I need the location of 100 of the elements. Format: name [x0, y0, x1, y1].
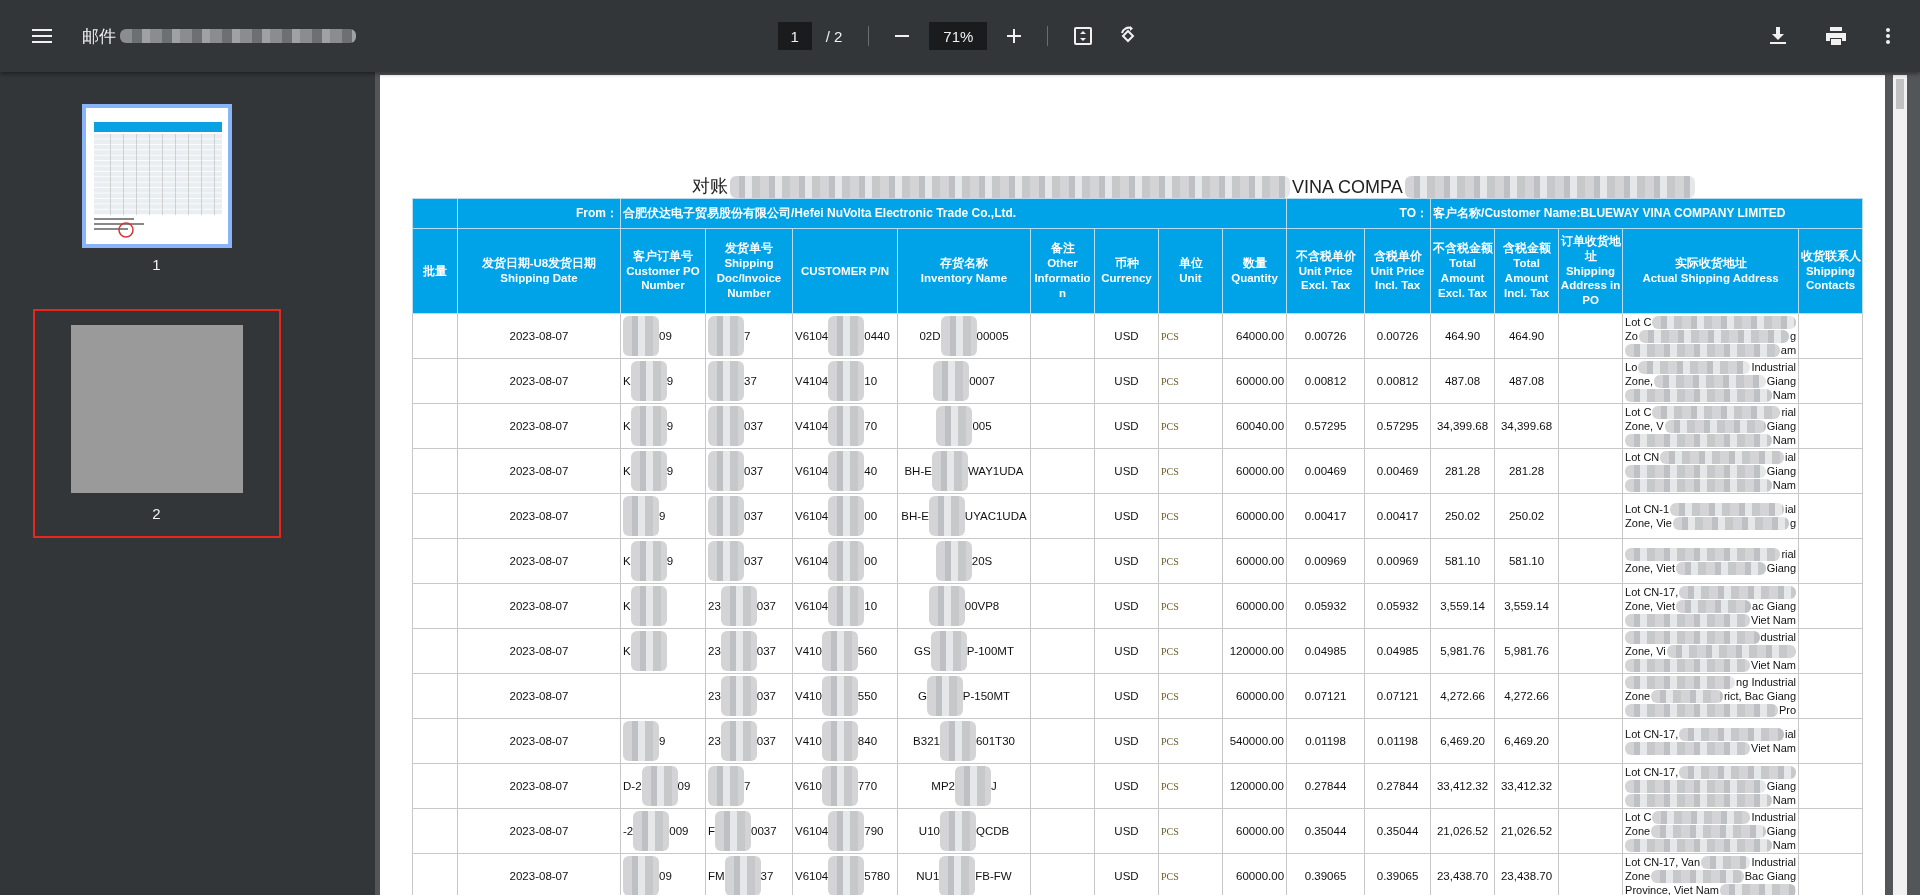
cell-text: Lot CN	[1625, 450, 1660, 464]
table-cell: USD	[1094, 808, 1159, 854]
redaction-block	[633, 811, 670, 851]
scrollbar[interactable]	[1893, 75, 1907, 895]
table-cell: 60000.00	[1222, 673, 1287, 719]
cell-text: 9	[666, 375, 674, 387]
cell-text: Viet Nam	[1751, 613, 1797, 627]
page-count: / 2	[825, 27, 843, 45]
table-cell: 21,026.52	[1430, 808, 1495, 854]
cell-text: J	[990, 780, 997, 792]
redaction-block	[954, 766, 991, 806]
redaction-block	[828, 811, 865, 851]
cell-text: 9	[659, 735, 666, 747]
cell-text: 37	[760, 870, 774, 882]
table-cell: 0.35044	[1364, 808, 1431, 854]
cell-text: 550	[857, 690, 878, 702]
cell-text: Lot CN-17, Van	[1625, 855, 1701, 869]
cell-text: 037	[756, 645, 776, 657]
cell-text: V410	[795, 735, 822, 747]
column-header: 含税金额 Total Amount Incl. Tax	[1494, 228, 1559, 314]
cell-text: V6104	[795, 330, 829, 342]
redaction-block	[828, 451, 865, 491]
redaction-block	[926, 676, 963, 716]
redaction-block	[928, 586, 965, 626]
table-cell: 60000.00	[1222, 448, 1287, 494]
cell-text: G	[917, 690, 927, 702]
cell-text: 10	[864, 600, 878, 612]
table-cell: 34,399.68	[1494, 403, 1559, 449]
cell-text: Giang	[1766, 779, 1797, 793]
table-cell: 34,399.68	[1430, 403, 1495, 449]
cell-text: UYAC1UDA	[964, 510, 1027, 522]
table-cell: 2023-08-07	[457, 718, 621, 764]
redaction-block	[724, 856, 761, 895]
table-cell: 0.57295	[1286, 403, 1365, 449]
table-cell: PCS	[1158, 493, 1223, 539]
cell-text: Lot C	[1625, 810, 1652, 824]
cell-text: 0440	[864, 330, 890, 342]
cell-text: K	[623, 375, 631, 387]
zoom-field[interactable]: 71%	[929, 22, 988, 50]
redaction-block	[720, 586, 757, 626]
cell-text: Nam	[1772, 793, 1797, 807]
table-cell: USD	[1094, 718, 1159, 764]
redaction-block	[933, 361, 970, 401]
cell-text: am	[1780, 343, 1797, 357]
cell-text: ng Industrial	[1736, 675, 1797, 689]
page-number-field[interactable]: 1	[777, 22, 812, 50]
redaction-block	[623, 721, 659, 761]
table-cell: 0.00812	[1286, 358, 1365, 404]
column-header: 不含税金额 Total Amount Excl. Tax	[1430, 228, 1495, 314]
table-cell: 0.07121	[1286, 673, 1365, 719]
cell-text: Viet Nam	[1751, 741, 1797, 755]
table-cell: 21,026.52	[1494, 808, 1559, 854]
redaction-block	[821, 766, 858, 806]
redaction-block	[935, 541, 972, 581]
table-cell: 0.00969	[1286, 538, 1365, 584]
header-cell: From：	[457, 198, 621, 229]
column-header: 不含税单价 Unit Price Excl. Tax	[1286, 228, 1365, 314]
redaction-block	[708, 406, 744, 446]
cell-text: 23	[708, 600, 721, 612]
table-cell: 2023-08-07	[457, 673, 621, 719]
cell-text: 037	[744, 420, 764, 432]
table-cell: USD	[1094, 358, 1159, 404]
redaction-block	[623, 496, 659, 536]
cell-text: V6104	[795, 825, 829, 837]
redaction-block	[630, 451, 667, 491]
cell-text: 037	[744, 510, 764, 522]
cell-text: Lot C	[1625, 315, 1652, 329]
cell-text: -2	[623, 825, 634, 837]
table-cell: 4,272.66	[1494, 673, 1559, 719]
cell-text: Zone	[1625, 869, 1651, 883]
table-cell: 120000.00	[1222, 628, 1287, 674]
cell-text: Giang	[1766, 419, 1797, 433]
cell-text: Pro	[1778, 703, 1797, 717]
cell-text: P-100MT	[966, 645, 1014, 657]
cell-text: Lot CN-17,	[1625, 585, 1679, 599]
cell-text: Giang	[1766, 464, 1797, 478]
cell-text: Viet Nam	[1751, 658, 1797, 672]
redaction-block	[828, 586, 865, 626]
table-cell: USD	[1094, 628, 1159, 674]
cell-text: F	[708, 825, 716, 837]
table-cell: 0.00812	[1364, 358, 1431, 404]
cell-text: V6104	[795, 870, 829, 882]
table-cell: PCS	[1158, 673, 1223, 719]
cell-text: 37	[744, 375, 757, 387]
redaction-block	[715, 811, 752, 851]
table-cell: 281.28	[1494, 448, 1559, 494]
cell-text: Zone, Viet	[1625, 561, 1675, 575]
cell-text: WAY1UDA	[967, 465, 1024, 477]
table-cell: 120000.00	[1222, 763, 1287, 809]
cell-text: 5780	[864, 870, 890, 882]
cell-text: Zone,	[1625, 374, 1654, 388]
table-cell: PCS	[1158, 808, 1223, 854]
table-cell: 0.05932	[1286, 583, 1365, 629]
cell-text: 23	[708, 645, 721, 657]
table-cell: 0.04985	[1286, 628, 1365, 674]
table-cell: 0.00726	[1364, 313, 1431, 359]
cell-text: 0007	[969, 375, 995, 387]
cell-text: K	[623, 600, 631, 612]
table-cell: 0.27844	[1286, 763, 1365, 809]
column-header: 数量 Quantity	[1222, 228, 1287, 314]
